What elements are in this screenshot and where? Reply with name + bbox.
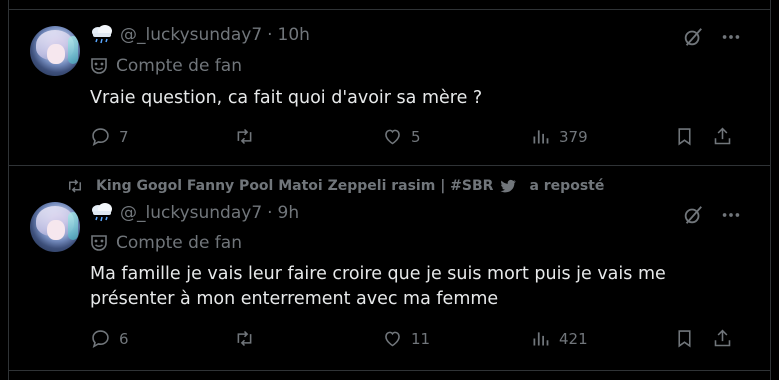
grok-icon[interactable]	[682, 26, 704, 48]
tweet-time[interactable]: 10h	[278, 25, 310, 45]
repost-button[interactable]	[234, 126, 263, 147]
reposted-by-name[interactable]: King Gogol Fanny Pool Matoi Zeppeli rasi…	[96, 178, 493, 194]
like-count: 11	[411, 329, 431, 348]
reply-button[interactable]: 6	[90, 328, 129, 349]
views-icon	[533, 130, 549, 144]
repost-icon	[237, 128, 252, 145]
tweet-top-actions	[682, 26, 742, 48]
like-icon	[385, 129, 400, 145]
repost-button[interactable]	[234, 328, 263, 349]
reposted-label: a reposté	[529, 178, 605, 194]
tweet-text: Vraie question, ca fait quoi d'avoir sa …	[90, 88, 483, 108]
separator: ·	[267, 203, 273, 223]
cloud-rain-icon	[92, 25, 112, 44]
mask-icon	[91, 58, 107, 74]
separator: ·	[267, 25, 273, 45]
view-count: 379	[559, 127, 588, 146]
tweet-actions: 6 11 421	[90, 328, 750, 352]
user-handle[interactable]: @_luckysunday7	[120, 203, 262, 223]
like-button[interactable]: 5	[382, 126, 421, 147]
repost-icon	[237, 330, 252, 347]
reply-count: 6	[119, 329, 129, 348]
repost-context[interactable]: King Gogol Fanny Pool Matoi Zeppeli rasi…	[66, 177, 604, 195]
reply-icon	[92, 128, 109, 147]
divider-bottom	[8, 370, 771, 371]
views-button[interactable]: 379	[530, 126, 588, 147]
share-icon	[714, 127, 731, 145]
reply-button[interactable]: 7	[90, 126, 129, 147]
bookmark-button[interactable]	[674, 126, 703, 147]
reply-count: 7	[119, 127, 129, 146]
badge-label: Compte de fan	[116, 233, 242, 253]
like-icon	[385, 331, 400, 347]
share-button[interactable]	[712, 126, 741, 147]
cloud-rain-icon	[92, 203, 112, 222]
affiliate-badge: Compte de fan	[90, 233, 242, 253]
tweet-actions: 7 5 379	[90, 126, 750, 150]
tweet-header: @_luckysunday7 · 9h	[90, 203, 299, 223]
avatar[interactable]	[30, 26, 80, 76]
bird-icon	[501, 179, 517, 193]
bookmark-button[interactable]	[674, 328, 703, 349]
share-button[interactable]	[712, 328, 741, 349]
tweet-header: @_luckysunday7 · 10h	[90, 25, 310, 45]
timeline-border-right	[770, 0, 771, 380]
more-icon[interactable]	[720, 26, 742, 48]
tweet-text: Ma famille je vais leur faire croire que…	[90, 264, 666, 309]
tweet-time[interactable]: 9h	[278, 203, 300, 223]
more-icon[interactable]	[720, 204, 742, 226]
like-count: 5	[411, 127, 421, 146]
tweet-top-actions	[682, 204, 742, 226]
tweet-2[interactable]: King Gogol Fanny Pool Matoi Zeppeli rasi…	[8, 166, 770, 370]
avatar[interactable]	[30, 202, 80, 252]
affiliate-badge: Compte de fan	[90, 56, 242, 76]
views-icon	[533, 332, 549, 346]
share-icon	[714, 329, 731, 347]
user-handle[interactable]: @_luckysunday7	[120, 25, 262, 45]
reply-icon	[92, 330, 109, 349]
repost-icon	[69, 179, 81, 193]
views-button[interactable]: 421	[530, 328, 588, 349]
badge-label: Compte de fan	[116, 56, 242, 76]
bookmark-icon	[678, 330, 691, 348]
grok-icon[interactable]	[682, 204, 704, 226]
view-count: 421	[559, 329, 588, 348]
bookmark-icon	[678, 128, 691, 146]
tweet-1[interactable]: @_luckysunday7 · 10h Compte de fan Vraie…	[8, 10, 770, 165]
mask-icon	[91, 235, 107, 251]
like-button[interactable]: 11	[382, 328, 430, 349]
